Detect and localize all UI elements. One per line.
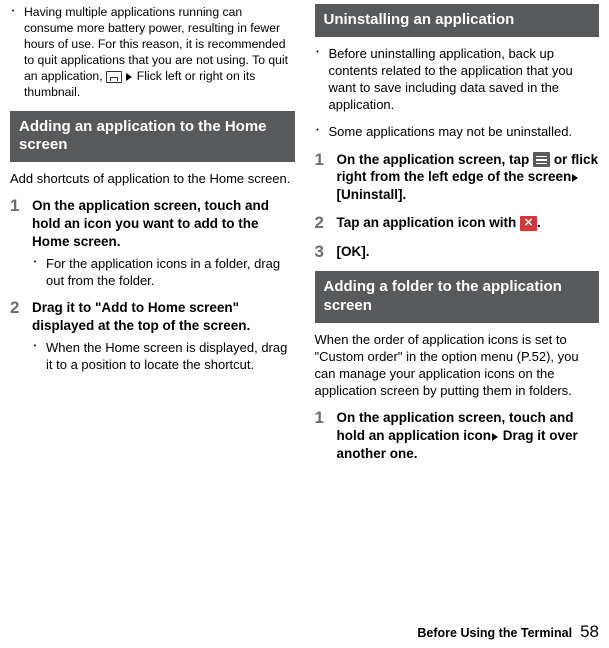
recent-apps-icon bbox=[106, 71, 122, 83]
uninstall-note-a-text: Before uninstalling application, back up… bbox=[329, 45, 600, 114]
step-2: 2 Drag it to "Add to Home screen" displa… bbox=[10, 299, 295, 373]
footer-section-label: Before Using the Terminal bbox=[417, 626, 572, 640]
uninstall-step-1-title: On the application screen, tap or flick … bbox=[337, 151, 600, 204]
folder-step-1: 1 On the application screen, touch and h… bbox=[315, 409, 600, 462]
step-number-3: 3 bbox=[315, 243, 337, 262]
bullet-dot: ･ bbox=[32, 339, 46, 373]
step-number-2: 2 bbox=[10, 299, 32, 373]
battery-note: ･ Having multiple applications running c… bbox=[10, 4, 295, 101]
heading-uninstall: Uninstalling an application bbox=[315, 4, 600, 37]
intro-add-to-home: Add shortcuts of application to the Home… bbox=[10, 170, 295, 187]
intro-add-folder: When the order of application icons is s… bbox=[315, 331, 600, 400]
step-number-1: 1 bbox=[10, 197, 32, 289]
bullet-dot: ･ bbox=[315, 45, 329, 114]
step-1: 1 On the application screen, touch and h… bbox=[10, 197, 295, 289]
u2-end: . bbox=[537, 215, 541, 230]
bullet-dot: ･ bbox=[10, 4, 24, 101]
menu-icon bbox=[533, 152, 550, 167]
uninstall-note-b-text: Some applications may not be uninstalled… bbox=[329, 123, 573, 140]
step-number-2: 2 bbox=[315, 214, 337, 233]
chevron-right-icon bbox=[126, 73, 132, 81]
step-2-sub-text: When the Home screen is displayed, drag … bbox=[46, 339, 295, 373]
step-1-title: On the application screen, touch and hol… bbox=[32, 197, 295, 250]
uninstall-step-1: 1 On the application screen, tap or flic… bbox=[315, 151, 600, 204]
uninstall-step-3-title: [OK]. bbox=[337, 243, 600, 261]
uninstall-step-2: 2 Tap an application icon with ✕. bbox=[315, 214, 600, 233]
page-footer: Before Using the Terminal 58 bbox=[0, 618, 609, 642]
step-2-title: Drag it to "Add to Home screen" displaye… bbox=[32, 299, 295, 335]
uninstall-step-2-title: Tap an application icon with ✕. bbox=[337, 214, 600, 232]
chevron-right-icon bbox=[572, 174, 578, 182]
uninstall-step-3: 3 [OK]. bbox=[315, 243, 600, 262]
bullet-dot: ･ bbox=[32, 255, 46, 289]
close-x-icon: ✕ bbox=[520, 216, 537, 231]
footer-page-number: 58 bbox=[580, 622, 599, 642]
bullet-dot: ･ bbox=[315, 123, 329, 140]
uninstall-note-a: ･ Before uninstalling application, back … bbox=[315, 45, 600, 114]
step-1-sub: ･ For the application icons in a folder,… bbox=[32, 255, 295, 289]
uninstall-note-b: ･ Some applications may not be uninstall… bbox=[315, 123, 600, 140]
u2-text: Tap an application icon with bbox=[337, 215, 521, 230]
step-number-1: 1 bbox=[315, 151, 337, 204]
step-number-1: 1 bbox=[315, 409, 337, 462]
heading-add-to-home: Adding an application to the Home screen bbox=[10, 111, 295, 163]
step-2-sub: ･ When the Home screen is displayed, dra… bbox=[32, 339, 295, 373]
u1-text-a: On the application screen, tap bbox=[337, 152, 534, 167]
u1-text-c: [Uninstall]. bbox=[337, 187, 407, 202]
folder-step-1-title: On the application screen, touch and hol… bbox=[337, 409, 600, 462]
chevron-right-icon bbox=[492, 433, 498, 441]
step-1-sub-text: For the application icons in a folder, d… bbox=[46, 255, 295, 289]
heading-add-folder: Adding a folder to the application scree… bbox=[315, 271, 600, 323]
battery-note-text: Having multiple applications running can… bbox=[24, 4, 295, 101]
